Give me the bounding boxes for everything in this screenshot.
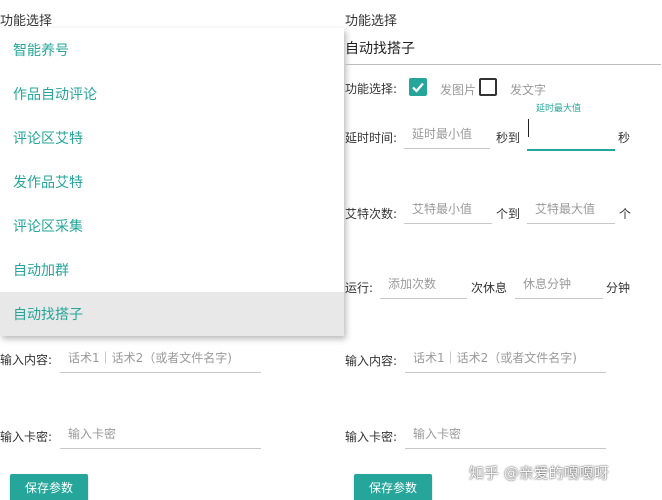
- menu-item-smart-nurture[interactable]: 智能养号: [0, 28, 344, 72]
- right-content-input[interactable]: 话术1｜话术2（或者文件名字): [405, 347, 606, 373]
- rest-minutes-input[interactable]: 休息分钟: [515, 273, 603, 299]
- delay-label: 延时时间:: [345, 131, 398, 145]
- menu-item-comment-collect[interactable]: 评论区采集: [0, 204, 344, 248]
- send-text-label: 发文字: [510, 83, 547, 97]
- mention-unit-label: 个: [619, 207, 632, 221]
- delay-min-input[interactable]: 延时最小值: [404, 123, 490, 149]
- delay-min-placeholder: 延时最小值: [412, 127, 473, 141]
- delay-unit-label: 秒: [618, 131, 631, 145]
- menu-item-label: 作品自动评论: [13, 87, 97, 103]
- send-text-checkbox[interactable]: [479, 78, 497, 96]
- menu-item-post-mention[interactable]: 发作品艾特: [0, 160, 344, 204]
- function-options-label: 功能选择:: [345, 82, 398, 96]
- right-card-input[interactable]: 输入卡密: [405, 423, 606, 449]
- menu-item-label: 评论区艾特: [13, 131, 83, 147]
- function-selector-value[interactable]: 自动找搭子: [345, 38, 415, 58]
- run-label: 运行:: [345, 281, 374, 295]
- run-count-input[interactable]: 添加次数: [380, 273, 467, 299]
- left-card-label: 输入卡密:: [0, 430, 53, 444]
- right-content-label: 输入内容:: [345, 354, 398, 368]
- function-selector-underline: [345, 64, 661, 65]
- rest-minutes-placeholder: 休息分钟: [523, 277, 572, 291]
- menu-item-label: 智能养号: [13, 43, 69, 59]
- menu-item-label: 发作品艾特: [13, 175, 83, 191]
- left-panel-title: 功能选择: [0, 14, 53, 29]
- run-rest-label: 次休息: [471, 281, 508, 295]
- mention-count-label: 艾特次数:: [345, 207, 398, 221]
- left-save-button[interactable]: 保存参数: [10, 474, 88, 500]
- menu-item-find-partner[interactable]: 自动找搭子: [0, 292, 344, 336]
- run-count-placeholder: 添加次数: [388, 277, 437, 291]
- left-content-placeholder: 话术1｜话术2（或者文件名字): [68, 351, 232, 365]
- right-save-button[interactable]: 保存参数: [354, 474, 432, 500]
- right-card-placeholder: 输入卡密: [413, 427, 462, 441]
- left-card-placeholder: 输入卡密: [68, 427, 117, 441]
- right-content-placeholder: 话术1｜话术2（或者文件名字): [413, 351, 577, 365]
- menu-item-comment-mention[interactable]: 评论区艾特: [0, 116, 344, 160]
- menu-item-label: 评论区采集: [13, 219, 83, 235]
- delay-max-floating-label: 延时最大值: [536, 104, 582, 114]
- left-card-input[interactable]: 输入卡密: [60, 423, 261, 449]
- send-image-label: 发图片: [440, 83, 477, 97]
- mention-max-placeholder: 艾特最大值: [535, 202, 596, 216]
- rest-unit-label: 分钟: [606, 281, 631, 295]
- left-content-input[interactable]: 话术1｜话术2（或者文件名字): [60, 347, 261, 373]
- menu-item-auto-join-group[interactable]: 自动加群: [0, 248, 344, 292]
- right-panel-title: 功能选择: [345, 14, 398, 29]
- delay-to-label: 秒到: [496, 131, 521, 145]
- watermark-text: 知乎 @亲爱的嘎嘎呀: [469, 464, 609, 482]
- menu-item-auto-comment[interactable]: 作品自动评论: [0, 72, 344, 116]
- left-content-label: 输入内容:: [0, 353, 53, 367]
- menu-item-label: 自动找搭子: [13, 307, 83, 323]
- check-icon: [412, 82, 424, 93]
- mention-to-label: 个到: [496, 207, 521, 221]
- mention-min-placeholder: 艾特最小值: [412, 202, 473, 216]
- mention-min-input[interactable]: 艾特最小值: [404, 198, 492, 224]
- menu-item-label: 自动加群: [13, 263, 69, 279]
- send-image-checkbox[interactable]: [409, 78, 427, 96]
- mention-max-input[interactable]: 艾特最大值: [527, 198, 615, 224]
- right-card-label: 输入卡密:: [345, 430, 398, 444]
- delay-max-input[interactable]: [527, 119, 615, 151]
- text-cursor: [528, 119, 529, 137]
- function-dropdown-menu: 智能养号 作品自动评论 评论区艾特 发作品艾特 评论区采集 自动加群 自动找搭子: [0, 28, 344, 336]
